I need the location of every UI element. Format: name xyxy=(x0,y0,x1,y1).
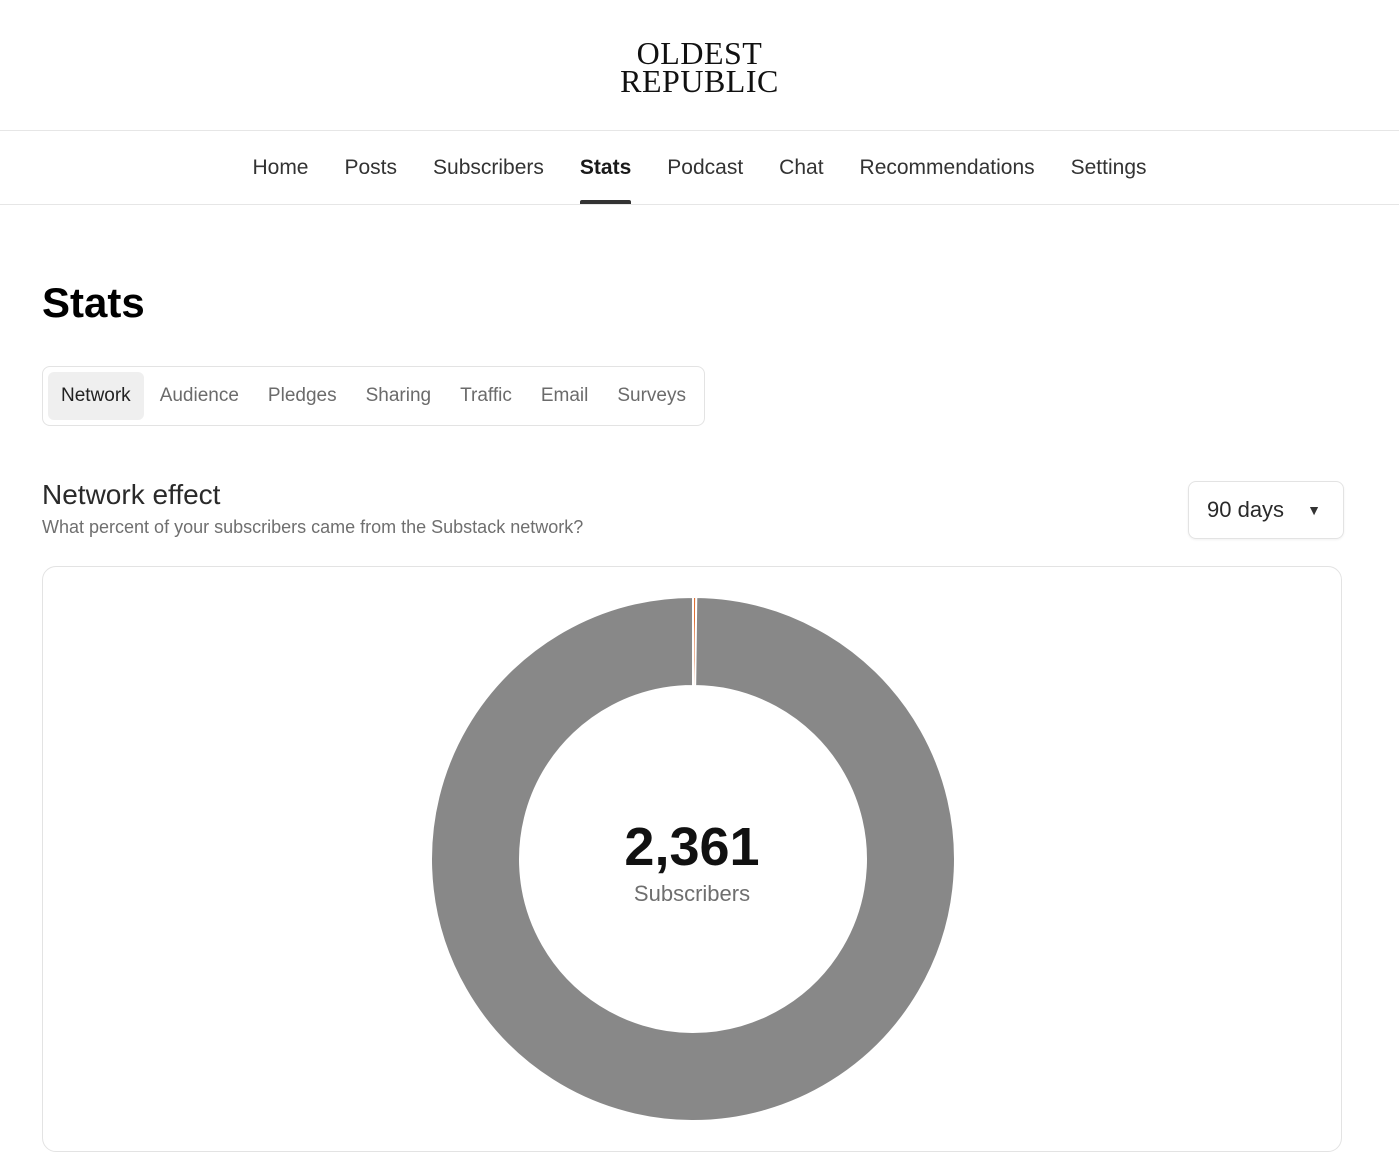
publication-logo[interactable]: OLDEST REPUBLIC xyxy=(620,37,779,99)
nav-recommendations[interactable]: Recommendations xyxy=(860,131,1035,204)
section-subtitle: What percent of your subscribers came fr… xyxy=(42,517,584,537)
page-title: Stats xyxy=(42,279,145,326)
date-range-value: 90 days xyxy=(1207,497,1285,522)
subscriber-count: 2,361 xyxy=(624,817,760,877)
section-title: Network effect xyxy=(42,479,221,510)
subscriber-count-label: Subscribers xyxy=(633,881,751,906)
caret-down-icon: ▼ xyxy=(1307,502,1321,518)
nav-chat[interactable]: Chat xyxy=(779,131,823,204)
tab-email[interactable]: Email xyxy=(528,372,602,420)
tab-surveys[interactable]: Surveys xyxy=(604,372,699,420)
nav-home[interactable]: Home xyxy=(252,131,308,204)
date-range-select[interactable]: 90 days ▼ xyxy=(1188,481,1344,539)
nav-posts[interactable]: Posts xyxy=(345,131,398,204)
masthead: OLDEST REPUBLIC xyxy=(0,0,1399,131)
network-effect-header: Network effect What percent of your subs… xyxy=(42,478,1344,558)
top-nav: Home Posts Subscribers Stats Podcast Cha… xyxy=(0,131,1399,205)
tab-audience[interactable]: Audience xyxy=(147,372,252,420)
network-effect-chart: 2,361 Subscribers xyxy=(42,566,1342,1152)
tab-pledges[interactable]: Pledges xyxy=(255,372,350,420)
nav-settings[interactable]: Settings xyxy=(1071,131,1147,204)
stats-subtabs: Network Audience Pledges Sharing Traffic… xyxy=(42,366,705,426)
tab-traffic[interactable]: Traffic xyxy=(447,372,525,420)
tab-network[interactable]: Network xyxy=(48,372,144,420)
nav-stats[interactable]: Stats xyxy=(579,131,632,204)
nav-subscribers[interactable]: Subscribers xyxy=(433,131,544,204)
tab-sharing[interactable]: Sharing xyxy=(353,372,445,420)
main-content: Stats Network Audience Pledges Sharing T… xyxy=(0,279,1399,1152)
logo-line-2: REPUBLIC xyxy=(620,63,779,99)
nav-podcast[interactable]: Podcast xyxy=(667,131,743,204)
